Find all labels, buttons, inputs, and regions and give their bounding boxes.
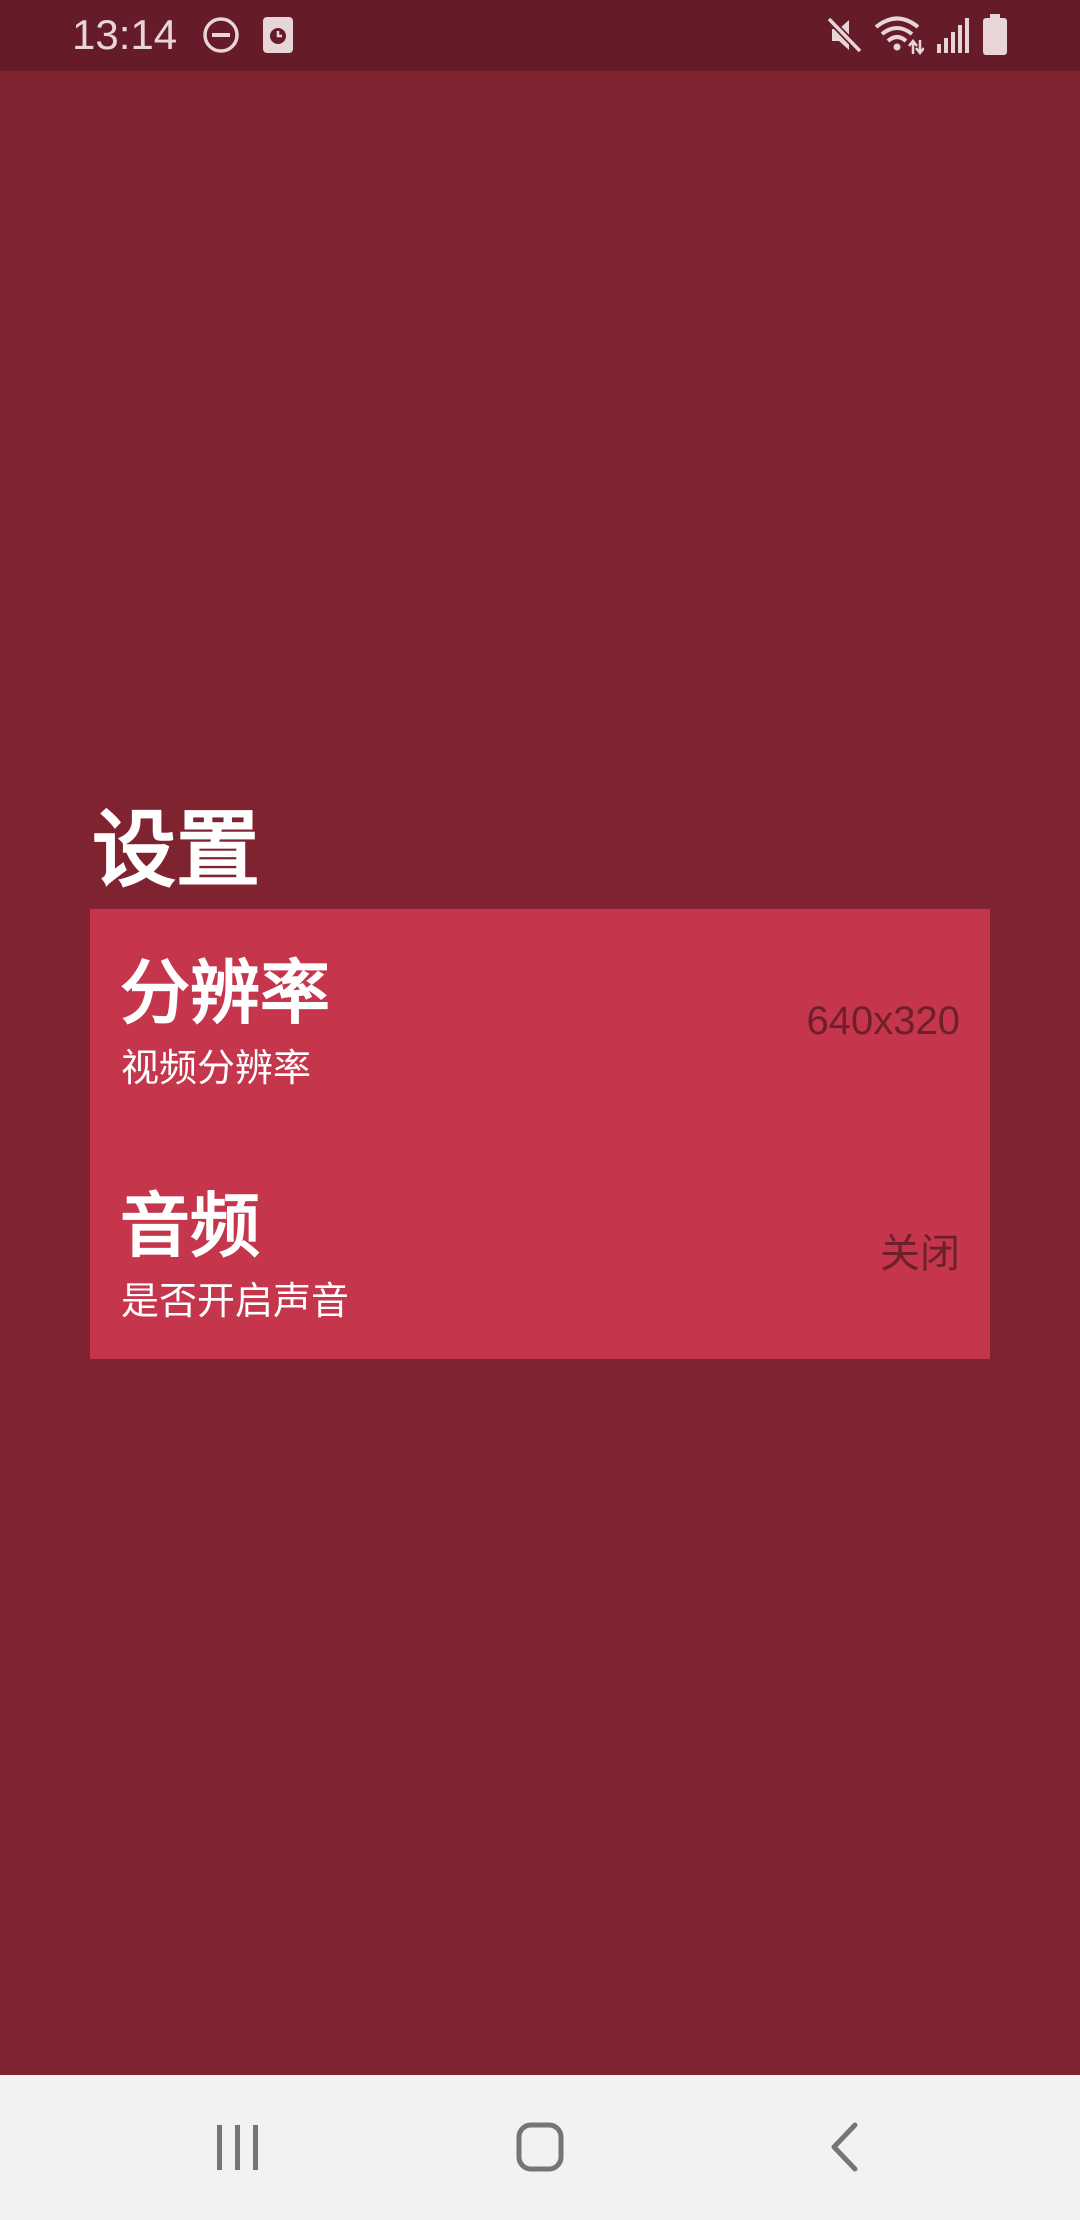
status-time: 13:14 (72, 11, 178, 58)
recent-apps-icon[interactable] (193, 2105, 283, 2190)
signal-icon (937, 18, 969, 53)
page-title: 设置 (92, 801, 261, 899)
do-not-disturb-icon (203, 17, 239, 53)
setting-subtitle-audio: 是否开启声音 (121, 1279, 350, 1323)
settings-card: 分辨率 视频分辨率 640x320 音频 是否开启声音 关闭 (90, 909, 990, 1359)
home-icon[interactable] (495, 2105, 585, 2190)
setting-title-resolution: 分辨率 (120, 952, 330, 1034)
setting-value-audio: 关闭 (880, 1232, 960, 1276)
status-bar: 13:14 (0, 0, 1080, 71)
setting-title-audio: 音频 (120, 1185, 260, 1267)
setting-value-resolution: 640x320 (806, 999, 960, 1043)
battery-icon (983, 14, 1007, 55)
setting-row-resolution[interactable]: 分辨率 视频分辨率 640x320 (90, 909, 990, 1134)
wifi-icon (874, 16, 924, 56)
navigation-bar (0, 2075, 1080, 2220)
setting-row-audio[interactable]: 音频 是否开启声音 关闭 (90, 1142, 990, 1367)
setting-subtitle-resolution: 视频分辨率 (121, 1046, 312, 1090)
back-icon[interactable] (800, 2105, 890, 2190)
mute-icon (826, 16, 863, 54)
app-notification-icon (263, 17, 293, 53)
